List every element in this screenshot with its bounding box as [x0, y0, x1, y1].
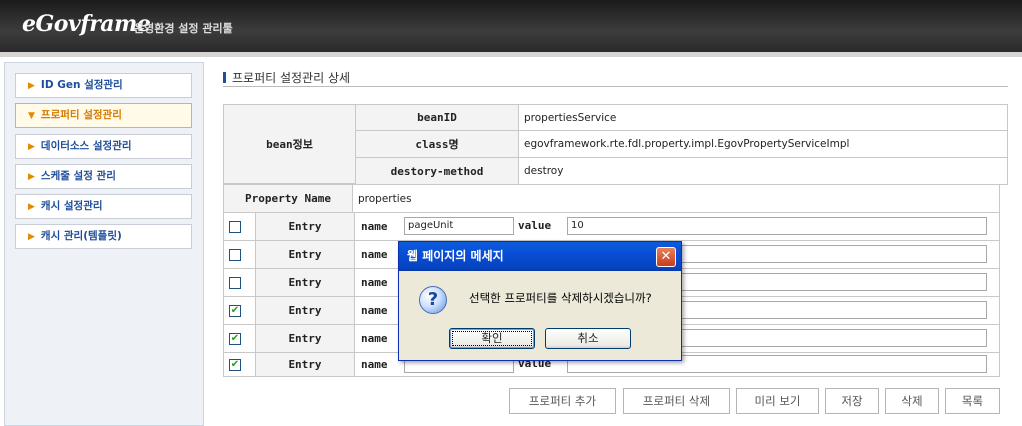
- entry-checkbox[interactable]: [229, 248, 241, 261]
- sidebar-item-label: ID Gen 설정관리: [40, 79, 123, 91]
- entry-name-label: name: [361, 220, 388, 233]
- preview-button[interactable]: 미리 보기: [736, 388, 819, 414]
- check-icon: ✔: [230, 332, 240, 344]
- header-divider: [0, 52, 1022, 57]
- entry-name-label: name: [361, 332, 388, 345]
- entry-label: Entry: [255, 296, 355, 325]
- entry-value-input[interactable]: 10: [567, 217, 987, 235]
- app-header: eGovframe 운영환경 설정 관리툴: [0, 0, 1022, 52]
- entry-checkbox-checked[interactable]: ✔: [229, 358, 241, 371]
- entry-checkbox-cell: [223, 212, 256, 241]
- bean-id-value: propertiesService: [518, 104, 1008, 131]
- dialog-title: 웹 페이지의 메세지: [399, 242, 681, 271]
- confirm-dialog: 웹 페이지의 메세지 ✕ ? 선택한 프로퍼티를 삭제하시겠습니까? 확인 취소: [398, 241, 682, 361]
- sidebar-item-label: 데이터소스 설정관리: [40, 140, 132, 152]
- entry-checkbox-cell: ✔: [223, 324, 256, 353]
- dialog-cancel-button[interactable]: 취소: [545, 328, 631, 349]
- check-icon: ✔: [230, 304, 240, 316]
- question-icon: ?: [419, 286, 447, 314]
- sidebar-item-cache-template[interactable]: ▶ 캐시 관리(템플릿): [15, 224, 192, 249]
- sidebar-item-label: 캐시 설정관리: [40, 200, 103, 212]
- entry-checkbox-checked[interactable]: ✔: [229, 332, 241, 345]
- check-icon: ✔: [230, 358, 240, 370]
- close-icon[interactable]: ✕: [656, 247, 676, 267]
- entry-checkbox-cell: [223, 240, 256, 269]
- entry-checkbox-checked[interactable]: ✔: [229, 304, 241, 317]
- sidebar-item-label: 캐시 관리(템플릿): [40, 230, 122, 242]
- property-name-label: Property Name: [223, 184, 353, 213]
- entry-checkbox[interactable]: [229, 220, 241, 233]
- entry-checkbox-cell: ✔: [223, 352, 256, 377]
- section-title: 프로퍼티 설정관리 상세: [223, 69, 350, 86]
- entry-value-label: value: [518, 219, 552, 232]
- entry-name-label: name: [361, 276, 388, 289]
- entry-label: Entry: [255, 324, 355, 353]
- sidebar: ▶ ID Gen 설정관리 ▼ 프로퍼티 설정관리 ▶ 데이터소스 설정관리 ▶ 스케줄…: [4, 62, 204, 426]
- bean-info-label: bean정보: [223, 104, 356, 184]
- menu-arrow-icon: ▶: [28, 142, 35, 152]
- list-button[interactable]: 목록: [945, 388, 1000, 414]
- destroy-method-value: destroy: [518, 157, 1008, 185]
- app-subtitle: 운영환경 설정 관리툴: [134, 22, 233, 35]
- property-name-value: properties: [352, 184, 1000, 213]
- bean-class-key: class명: [355, 130, 519, 158]
- entry-name-label: name: [361, 304, 388, 317]
- sidebar-item-schedule[interactable]: ▶ 스케줄 설정 관리: [15, 164, 192, 189]
- dialog-ok-button[interactable]: 확인: [449, 328, 535, 349]
- entry-label: Entry: [255, 240, 355, 269]
- bean-id-key: beanID: [355, 104, 519, 131]
- delete-property-button[interactable]: 프로퍼티 삭제: [623, 388, 730, 414]
- entry-label: Entry: [255, 212, 355, 241]
- entry-label: Entry: [255, 268, 355, 297]
- menu-arrow-icon: ▶: [28, 172, 35, 182]
- entry-checkbox-cell: [223, 268, 256, 297]
- entry-label: Entry: [255, 352, 355, 377]
- menu-arrow-icon: ▶: [28, 232, 35, 242]
- dialog-message: 선택한 프로퍼티를 삭제하시겠습니까?: [469, 291, 652, 305]
- entry-checkbox-cell: ✔: [223, 296, 256, 325]
- destroy-method-key: destory-method: [355, 157, 519, 185]
- sidebar-item-id-gen[interactable]: ▶ ID Gen 설정관리: [15, 73, 192, 98]
- sidebar-item-datasource[interactable]: ▶ 데이터소스 설정관리: [15, 134, 192, 159]
- menu-arrow-icon: ▶: [28, 81, 35, 91]
- entry-name-label: name: [361, 248, 388, 261]
- delete-button[interactable]: 삭제: [885, 388, 939, 414]
- sidebar-item-label: 프로퍼티 설정관리: [40, 109, 122, 121]
- sidebar-item-property[interactable]: ▼ 프로퍼티 설정관리: [15, 103, 192, 128]
- section-divider: [223, 86, 1008, 87]
- save-button[interactable]: 저장: [825, 388, 879, 414]
- section-title-text: 프로퍼티 설정관리 상세: [232, 71, 351, 85]
- sidebar-item-cache[interactable]: ▶ 캐시 설정관리: [15, 194, 192, 219]
- entry-checkbox[interactable]: [229, 276, 241, 289]
- entry-name-label: name: [361, 358, 388, 371]
- bean-class-value: egovframework.rte.fdl.property.impl.Egov…: [518, 130, 1008, 158]
- menu-arrow-icon: ▶: [28, 202, 35, 212]
- egovframe-logo: eGovframe: [22, 11, 151, 37]
- title-bar-marker: [223, 72, 226, 83]
- add-property-button[interactable]: 프로퍼티 추가: [509, 388, 616, 414]
- sidebar-item-label: 스케줄 설정 관리: [40, 170, 116, 182]
- menu-arrow-down-icon: ▼: [28, 111, 35, 121]
- entry-name-input[interactable]: pageUnit: [404, 217, 514, 235]
